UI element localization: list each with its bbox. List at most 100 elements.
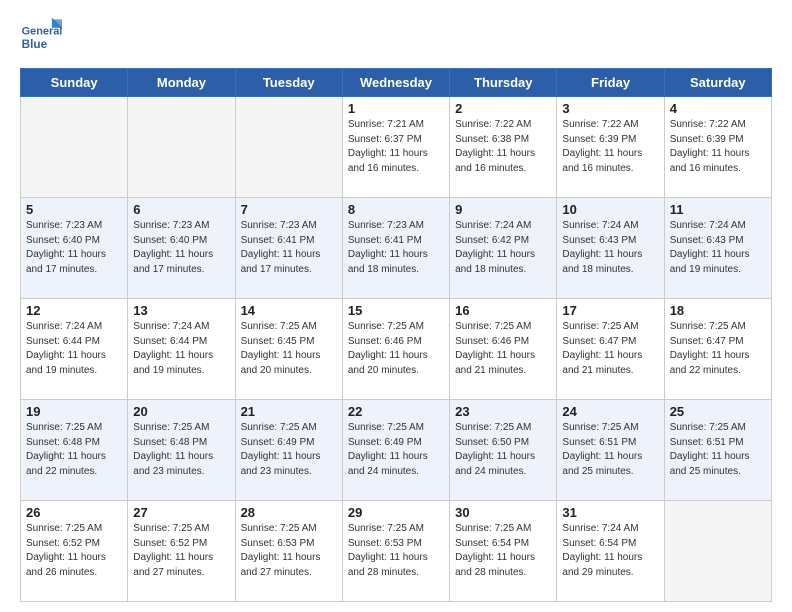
day-info: Sunrise: 7:25 AMSunset: 6:53 PMDaylight:… [241,523,321,578]
day-number: 15 [348,303,444,318]
day-info: Sunrise: 7:22 AMSunset: 6:39 PMDaylight:… [562,119,642,174]
day-number: 20 [133,404,229,419]
svg-text:Blue: Blue [22,38,48,51]
calendar-day-cell: 19 Sunrise: 7:25 AMSunset: 6:48 PMDaylig… [21,400,128,501]
day-number: 11 [670,202,766,217]
calendar-day-cell [21,97,128,198]
calendar-day-cell: 4 Sunrise: 7:22 AMSunset: 6:39 PMDayligh… [664,97,771,198]
day-number: 27 [133,505,229,520]
page: General Blue SundayMondayTuesdayWednesda… [0,0,792,612]
calendar-header-cell: Tuesday [235,69,342,97]
calendar-header-cell: Friday [557,69,664,97]
calendar-week-row: 19 Sunrise: 7:25 AMSunset: 6:48 PMDaylig… [21,400,772,501]
day-number: 19 [26,404,122,419]
day-info: Sunrise: 7:25 AMSunset: 6:46 PMDaylight:… [348,321,428,376]
day-info: Sunrise: 7:25 AMSunset: 6:54 PMDaylight:… [455,523,535,578]
day-info: Sunrise: 7:23 AMSunset: 6:41 PMDaylight:… [241,220,321,275]
calendar-day-cell: 26 Sunrise: 7:25 AMSunset: 6:52 PMDaylig… [21,501,128,602]
calendar-day-cell: 6 Sunrise: 7:23 AMSunset: 6:40 PMDayligh… [128,198,235,299]
day-number: 14 [241,303,337,318]
calendar-day-cell: 3 Sunrise: 7:22 AMSunset: 6:39 PMDayligh… [557,97,664,198]
header: General Blue [20,16,772,58]
day-info: Sunrise: 7:23 AMSunset: 6:41 PMDaylight:… [348,220,428,275]
calendar-day-cell: 10 Sunrise: 7:24 AMSunset: 6:43 PMDaylig… [557,198,664,299]
day-number: 23 [455,404,551,419]
day-number: 28 [241,505,337,520]
day-number: 31 [562,505,658,520]
calendar-day-cell: 17 Sunrise: 7:25 AMSunset: 6:47 PMDaylig… [557,299,664,400]
day-info: Sunrise: 7:25 AMSunset: 6:52 PMDaylight:… [26,523,106,578]
day-info: Sunrise: 7:24 AMSunset: 6:43 PMDaylight:… [670,220,750,275]
day-info: Sunrise: 7:22 AMSunset: 6:39 PMDaylight:… [670,119,750,174]
calendar-day-cell: 1 Sunrise: 7:21 AMSunset: 6:37 PMDayligh… [342,97,449,198]
day-number: 4 [670,101,766,116]
day-info: Sunrise: 7:23 AMSunset: 6:40 PMDaylight:… [26,220,106,275]
day-number: 30 [455,505,551,520]
day-number: 16 [455,303,551,318]
day-info: Sunrise: 7:22 AMSunset: 6:38 PMDaylight:… [455,119,535,174]
day-info: Sunrise: 7:25 AMSunset: 6:48 PMDaylight:… [133,422,213,477]
day-info: Sunrise: 7:23 AMSunset: 6:40 PMDaylight:… [133,220,213,275]
day-info: Sunrise: 7:25 AMSunset: 6:51 PMDaylight:… [562,422,642,477]
day-number: 18 [670,303,766,318]
day-number: 26 [26,505,122,520]
day-info: Sunrise: 7:25 AMSunset: 6:47 PMDaylight:… [670,321,750,376]
day-number: 9 [455,202,551,217]
day-number: 7 [241,202,337,217]
calendar-week-row: 1 Sunrise: 7:21 AMSunset: 6:37 PMDayligh… [21,97,772,198]
day-number: 25 [670,404,766,419]
day-number: 1 [348,101,444,116]
day-info: Sunrise: 7:25 AMSunset: 6:50 PMDaylight:… [455,422,535,477]
day-info: Sunrise: 7:25 AMSunset: 6:51 PMDaylight:… [670,422,750,477]
day-number: 6 [133,202,229,217]
calendar-header-row: SundayMondayTuesdayWednesdayThursdayFrid… [21,69,772,97]
calendar-week-row: 26 Sunrise: 7:25 AMSunset: 6:52 PMDaylig… [21,501,772,602]
day-number: 22 [348,404,444,419]
day-number: 21 [241,404,337,419]
day-info: Sunrise: 7:24 AMSunset: 6:42 PMDaylight:… [455,220,535,275]
calendar-day-cell: 22 Sunrise: 7:25 AMSunset: 6:49 PMDaylig… [342,400,449,501]
calendar-header-cell: Wednesday [342,69,449,97]
calendar-day-cell: 20 Sunrise: 7:25 AMSunset: 6:48 PMDaylig… [128,400,235,501]
day-info: Sunrise: 7:25 AMSunset: 6:53 PMDaylight:… [348,523,428,578]
calendar-day-cell: 24 Sunrise: 7:25 AMSunset: 6:51 PMDaylig… [557,400,664,501]
calendar-day-cell: 16 Sunrise: 7:25 AMSunset: 6:46 PMDaylig… [450,299,557,400]
day-number: 5 [26,202,122,217]
logo: General Blue [20,16,64,58]
calendar-week-row: 5 Sunrise: 7:23 AMSunset: 6:40 PMDayligh… [21,198,772,299]
day-number: 2 [455,101,551,116]
calendar-day-cell: 23 Sunrise: 7:25 AMSunset: 6:50 PMDaylig… [450,400,557,501]
calendar-header-cell: Sunday [21,69,128,97]
day-number: 13 [133,303,229,318]
calendar-day-cell [664,501,771,602]
day-info: Sunrise: 7:25 AMSunset: 6:48 PMDaylight:… [26,422,106,477]
day-number: 12 [26,303,122,318]
calendar-day-cell: 2 Sunrise: 7:22 AMSunset: 6:38 PMDayligh… [450,97,557,198]
calendar-day-cell: 29 Sunrise: 7:25 AMSunset: 6:53 PMDaylig… [342,501,449,602]
day-number: 3 [562,101,658,116]
calendar-header-cell: Monday [128,69,235,97]
calendar-day-cell: 7 Sunrise: 7:23 AMSunset: 6:41 PMDayligh… [235,198,342,299]
day-info: Sunrise: 7:25 AMSunset: 6:49 PMDaylight:… [241,422,321,477]
calendar-day-cell: 25 Sunrise: 7:25 AMSunset: 6:51 PMDaylig… [664,400,771,501]
calendar-table: SundayMondayTuesdayWednesdayThursdayFrid… [20,68,772,602]
day-info: Sunrise: 7:25 AMSunset: 6:47 PMDaylight:… [562,321,642,376]
calendar-day-cell: 18 Sunrise: 7:25 AMSunset: 6:47 PMDaylig… [664,299,771,400]
calendar-day-cell: 8 Sunrise: 7:23 AMSunset: 6:41 PMDayligh… [342,198,449,299]
day-number: 24 [562,404,658,419]
calendar-header-cell: Thursday [450,69,557,97]
day-number: 8 [348,202,444,217]
calendar-day-cell: 12 Sunrise: 7:24 AMSunset: 6:44 PMDaylig… [21,299,128,400]
calendar-day-cell: 27 Sunrise: 7:25 AMSunset: 6:52 PMDaylig… [128,501,235,602]
day-info: Sunrise: 7:21 AMSunset: 6:37 PMDaylight:… [348,119,428,174]
day-number: 10 [562,202,658,217]
calendar-day-cell [235,97,342,198]
calendar-day-cell: 31 Sunrise: 7:24 AMSunset: 6:54 PMDaylig… [557,501,664,602]
calendar-week-row: 12 Sunrise: 7:24 AMSunset: 6:44 PMDaylig… [21,299,772,400]
calendar-day-cell: 30 Sunrise: 7:25 AMSunset: 6:54 PMDaylig… [450,501,557,602]
day-info: Sunrise: 7:25 AMSunset: 6:45 PMDaylight:… [241,321,321,376]
calendar-day-cell: 9 Sunrise: 7:24 AMSunset: 6:42 PMDayligh… [450,198,557,299]
day-number: 29 [348,505,444,520]
day-info: Sunrise: 7:25 AMSunset: 6:46 PMDaylight:… [455,321,535,376]
day-number: 17 [562,303,658,318]
